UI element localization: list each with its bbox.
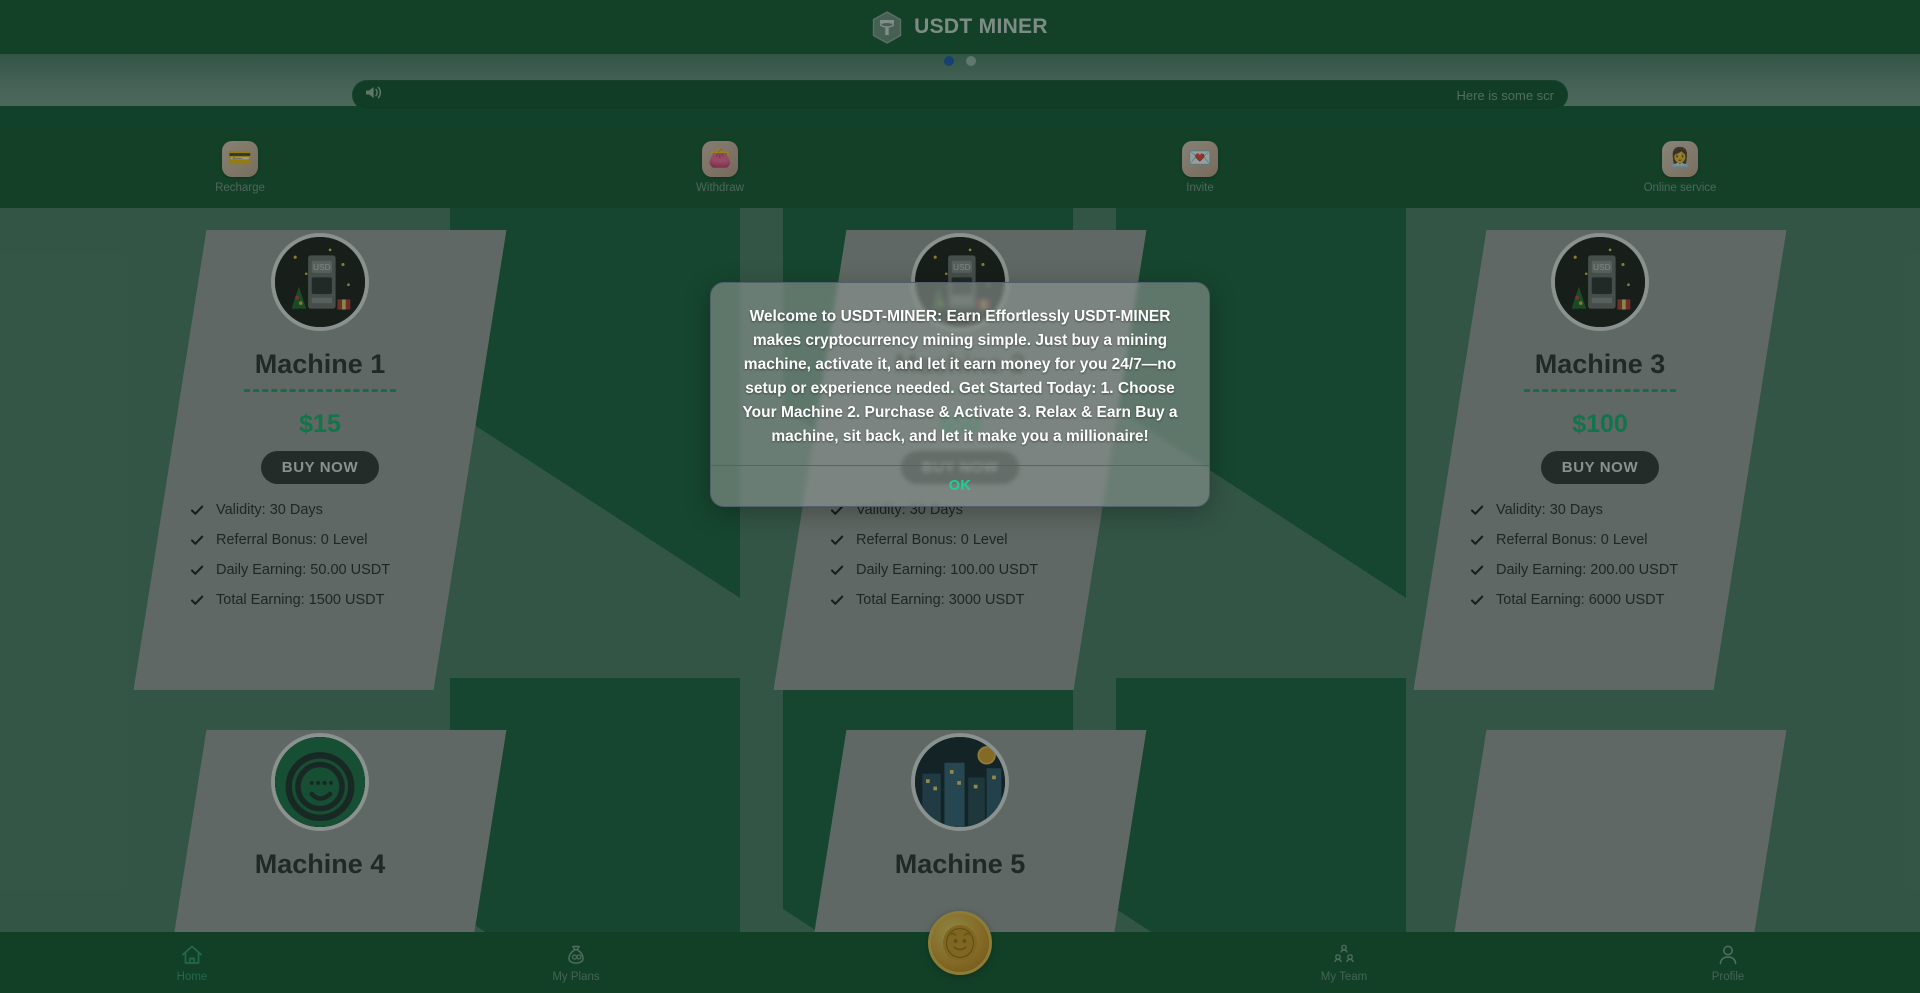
- app-root: USDT MINER Here is some scr 💳 Recharge 👛…: [0, 0, 1920, 993]
- dialog-ok-button[interactable]: OK: [711, 466, 1209, 506]
- welcome-dialog: Welcome to USDT-MINER: Earn Effortlessly…: [710, 282, 1210, 508]
- dialog-message: Welcome to USDT-MINER: Earn Effortlessly…: [742, 308, 1178, 446]
